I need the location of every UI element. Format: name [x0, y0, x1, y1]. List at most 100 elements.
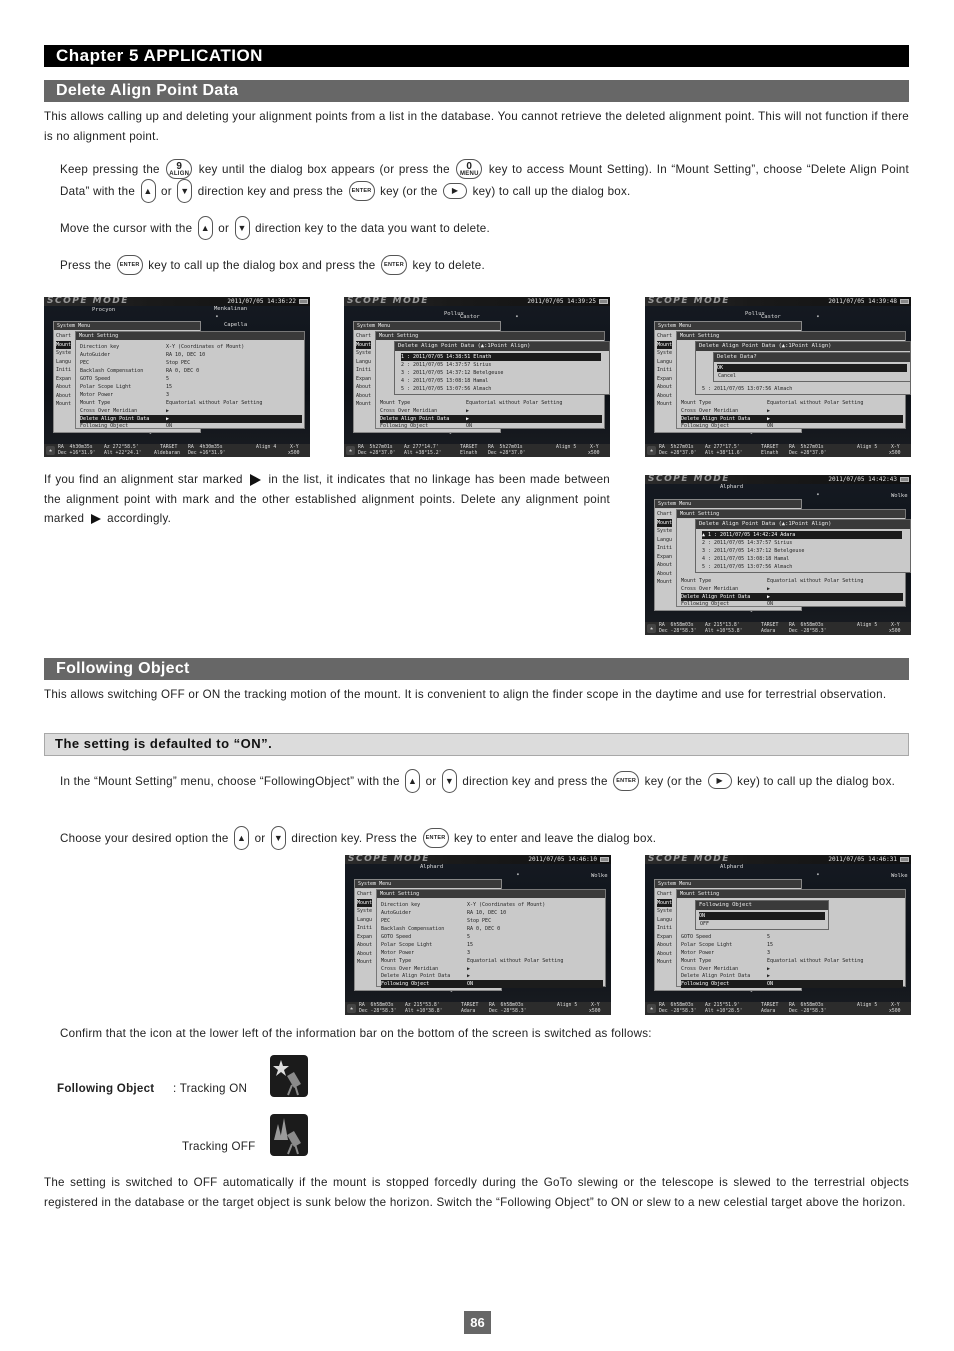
lbl-element: Following Object [80, 423, 129, 429]
lbl-element: Cross Over Meridian [681, 408, 739, 414]
val-element: ▶ [767, 408, 771, 414]
lbl-element: Following Object [681, 423, 730, 429]
starlabel-element: Alphard [720, 484, 744, 490]
div-element: Chart [657, 333, 673, 339]
logo-element: SCOPE MODE [348, 855, 430, 864]
div-element: Syste [657, 350, 673, 356]
c-element: Adara [761, 629, 776, 634]
down-key-icon: ▼ [270, 826, 286, 850]
lbl-element: Motor Power [681, 950, 715, 956]
starlabel-element: Alphard [420, 864, 444, 870]
lbl-element: PEC [80, 360, 90, 366]
div-element: Langu [657, 358, 673, 365]
row-element: GOTO Speed 5 [381, 933, 603, 941]
lbl-element: Following Object [681, 601, 730, 607]
val-element: 5 [166, 376, 170, 382]
c-element: Dec +16°31.9' [58, 451, 96, 456]
icon-shape [273, 1060, 301, 1096]
row-element: Following Object ON [681, 422, 903, 430]
starlabel-element: Procyon [92, 307, 116, 313]
text-run: or [161, 185, 172, 199]
val-element: Equatorial without Polar Setting [166, 400, 263, 406]
div-element: Syste [56, 350, 72, 356]
div-element: Initi [657, 925, 673, 931]
up-key-icon: ▲ [197, 216, 213, 240]
val-element: 5 [767, 934, 771, 940]
row-element: Following Object ON [80, 422, 302, 430]
lbl-element: Polar Scope Light [80, 384, 132, 390]
div-element: Mount [657, 579, 673, 585]
val-element: Equatorial without Polar Setting [466, 400, 563, 406]
div-element: Langu [657, 916, 673, 923]
following-object-step-1: In the “Mount Setting” menu, choose “Fol… [60, 769, 909, 794]
val-element: 15 [767, 942, 774, 948]
val-element: Equatorial without Polar Setting [467, 958, 564, 964]
screenshot-delete-align-list: SCOPE MODE 2011/07/05 14:39:25 Pollux Cas… [344, 297, 610, 457]
info-bar: ★ RA 4h30m35s Dec +16°31.9' Az 272°58.5' A… [44, 444, 310, 457]
c-element: Aldebaran [154, 451, 180, 456]
align-key-icon: 9 ALIGN [166, 159, 193, 179]
mount-element: Mount Setting Direction key X-Y (Coordina… [376, 889, 606, 988]
starlabel-element: Wolke [891, 873, 908, 879]
div-element: About [657, 562, 673, 568]
c-element: Dec +28°37.0' [488, 451, 526, 456]
title-element: Mount Setting [677, 510, 905, 518]
c-element: Dec -28°58.3' [659, 629, 697, 634]
div-element: Mount [657, 959, 673, 965]
row-element: Motor Power 3 [381, 949, 603, 957]
lbl-element: Backlash Compensation [381, 926, 445, 932]
down-key-icon: ▼ [177, 179, 193, 203]
screenshot-delete-align-marked: SCOPE MODE 2011/07/05 14:42:43 Alphard Wo… [645, 475, 911, 635]
text-run: direction key and press the [197, 185, 344, 199]
div-element: Expan [657, 933, 673, 940]
sel-element: Mount [357, 898, 373, 907]
lbl-element: GOTO Speed [80, 376, 111, 382]
infobar-element: ★ RA 5h27m01s Dec +28°37.0' Az 277°14.7' A… [344, 444, 610, 457]
div-element: About [356, 392, 372, 399]
enter-key-icon: ENTER [116, 255, 143, 275]
row-element: AutoGuider RA 10, DEC 10 [80, 351, 302, 359]
title-element: Following Object [696, 901, 828, 910]
row-element: GOTO Speed 5 [681, 933, 903, 941]
clock-element: 2011/07/05 14:42:43 [828, 476, 897, 483]
div-element: Langu [356, 358, 372, 365]
items-element: Chart Mount Syste Langu Initi Expan About About… [657, 890, 673, 967]
row-element: Polar Scope Light 15 [681, 941, 903, 949]
val-element: Equatorial without Polar Setting [767, 578, 864, 584]
down-key-icon: ▼ [441, 769, 457, 793]
following-object-intro: This allows switching OFF or ON the trac… [44, 688, 887, 701]
row-element: Following Object ON [380, 422, 602, 430]
row-element: GOTO Speed 5 [80, 375, 302, 383]
title-element: Delete Data? [714, 353, 910, 362]
c-element: x500 [889, 451, 901, 456]
val-element: RA 10, DEC 10 [166, 352, 206, 358]
lbl-element: Cross Over Meridian [380, 408, 438, 414]
mount-setting-panel: Mount Setting Direction key X-Y (Coordina… [75, 331, 305, 429]
div-element: About [357, 942, 373, 948]
row-element: Delete Align Point Data ▶ [381, 972, 603, 980]
val-element: ON [767, 423, 774, 429]
starlabel-element: Menkalinan [214, 306, 248, 312]
div-element: Initi [56, 367, 72, 373]
text-run: key (or the [380, 185, 438, 199]
div-element: Syste [357, 908, 373, 914]
text-run: or [425, 775, 437, 789]
row-element: AutoGuider RA 10, DEC 10 [381, 909, 603, 917]
row-element: Cross Over Meridian ▶ [80, 407, 302, 415]
c-element: x500 [589, 1009, 601, 1014]
battery-icon [599, 299, 608, 304]
c-element: Align 5 [857, 623, 878, 628]
page-number: 86 [464, 1311, 491, 1334]
icon-shape [273, 1060, 289, 1076]
row-element: OFF [700, 921, 710, 927]
lbl-element: Motor Power [381, 950, 415, 956]
infobar-element: ★ RA 5h27m01s Dec +28°37.0' Az 277°17.5' A… [645, 444, 911, 457]
row-element: Mount Type Equatorial without Polar Setti… [381, 957, 603, 965]
val-element: ▶ [767, 973, 771, 979]
infobar-element: ★ RA 6h58m03s Dec -28°58.3' Az 215°53.8' A… [345, 1002, 611, 1015]
row-element: Mount Type Equatorial without Polar Setti… [681, 399, 903, 407]
title-element: System Menu [354, 322, 500, 330]
text-run: accordingly. [107, 512, 172, 525]
val-element: ▶ [467, 973, 471, 979]
topbar-element: SCOPE MODE 2011/07/05 14:42:43 [645, 475, 911, 484]
